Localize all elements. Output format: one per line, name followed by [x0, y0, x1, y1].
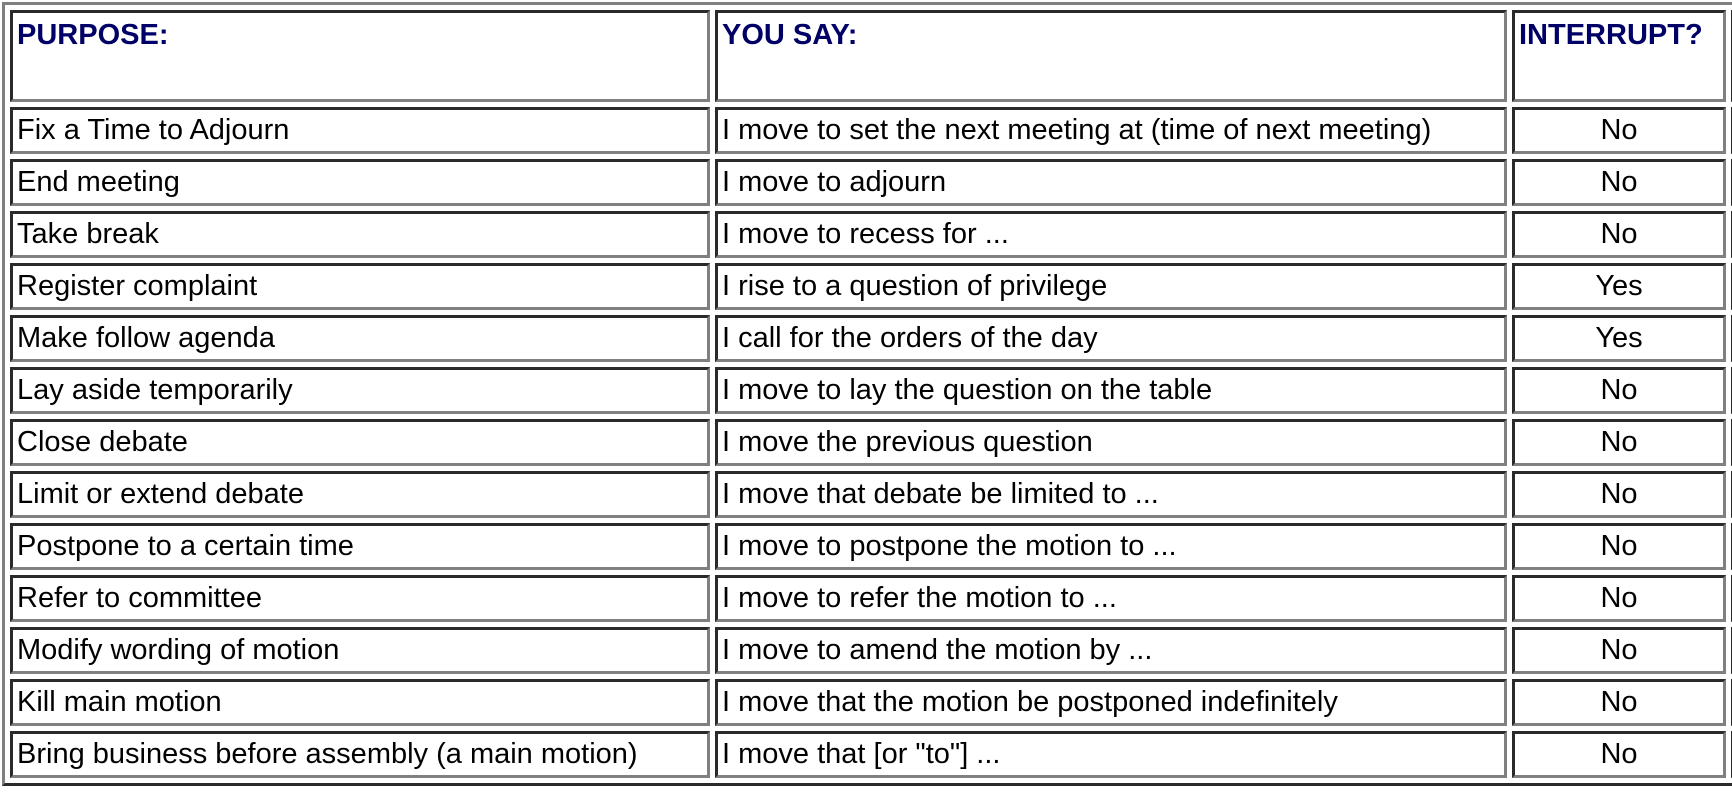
cell-you-say: I move that the motion be postponed inde…: [715, 679, 1507, 726]
cell-you-say: I move to refer the motion to ...: [715, 575, 1507, 622]
cell-interrupt: No: [1512, 471, 1726, 518]
cell-interrupt: No: [1512, 159, 1726, 206]
cell-you-say: I rise to a question of privilege: [715, 263, 1507, 310]
cell-purpose: Lay aside temporarily: [10, 367, 710, 414]
cell-purpose: Limit or extend debate: [10, 471, 710, 518]
table-row: Close debate I move the previous questio…: [10, 419, 1732, 466]
cell-purpose: Register complaint: [10, 263, 710, 310]
cell-purpose: Close debate: [10, 419, 710, 466]
table-row: Make follow agenda I call for the orders…: [10, 315, 1732, 362]
cell-interrupt: Yes: [1512, 263, 1726, 310]
table-row: Lay aside temporarily I move to lay the …: [10, 367, 1732, 414]
header-purpose: PURPOSE:: [10, 10, 710, 102]
cell-you-say: I call for the orders of the day: [715, 315, 1507, 362]
cell-interrupt: No: [1512, 627, 1726, 674]
table-row: Register complaint I rise to a question …: [10, 263, 1732, 310]
cell-interrupt: No: [1512, 575, 1726, 622]
header-you-say: YOU SAY:: [715, 10, 1507, 102]
table-body: Fix a Time to Adjourn I move to set the …: [10, 107, 1732, 778]
table-row: Modify wording of motion I move to amend…: [10, 627, 1732, 674]
table-row: Postpone to a certain time I move to pos…: [10, 523, 1732, 570]
cell-interrupt: No: [1512, 211, 1726, 258]
cell-purpose: End meeting: [10, 159, 710, 206]
cell-interrupt: No: [1512, 679, 1726, 726]
cell-you-say: I move to amend the motion by ...: [715, 627, 1507, 674]
cell-purpose: Modify wording of motion: [10, 627, 710, 674]
cell-purpose: Refer to committee: [10, 575, 710, 622]
cell-you-say: I move the previous question: [715, 419, 1507, 466]
header-interrupt: INTERRUPT?: [1512, 10, 1726, 102]
cell-purpose: Take break: [10, 211, 710, 258]
cell-you-say: I move to postpone the motion to ...: [715, 523, 1507, 570]
table-row: Refer to committee I move to refer the m…: [10, 575, 1732, 622]
table-row: Take break I move to recess for ... No: [10, 211, 1732, 258]
cell-you-say: I move to lay the question on the table: [715, 367, 1507, 414]
cell-interrupt: No: [1512, 107, 1726, 154]
table-row: End meeting I move to adjourn No: [10, 159, 1732, 206]
cell-you-say: I move that [or "to"] ...: [715, 731, 1507, 778]
cell-interrupt: No: [1512, 367, 1726, 414]
cell-interrupt: No: [1512, 523, 1726, 570]
cell-purpose: Bring business before assembly (a main m…: [10, 731, 710, 778]
table-row: Limit or extend debate I move that debat…: [10, 471, 1732, 518]
cell-interrupt: Yes: [1512, 315, 1726, 362]
motions-table: PURPOSE: YOU SAY: INTERRUPT? Fix a Time …: [2, 2, 1732, 786]
cell-purpose: Postpone to a certain time: [10, 523, 710, 570]
cell-you-say: I move that debate be limited to ...: [715, 471, 1507, 518]
cell-interrupt: No: [1512, 731, 1726, 778]
table-row: Kill main motion I move that the motion …: [10, 679, 1732, 726]
header-row: PURPOSE: YOU SAY: INTERRUPT?: [10, 10, 1732, 102]
cell-interrupt: No: [1512, 419, 1726, 466]
cell-purpose: Fix a Time to Adjourn: [10, 107, 710, 154]
cell-purpose: Make follow agenda: [10, 315, 710, 362]
cell-you-say: I move to adjourn: [715, 159, 1507, 206]
cell-you-say: I move to set the next meeting at (time …: [715, 107, 1507, 154]
cell-you-say: I move to recess for ...: [715, 211, 1507, 258]
table-row: Bring business before assembly (a main m…: [10, 731, 1732, 778]
table-row: Fix a Time to Adjourn I move to set the …: [10, 107, 1732, 154]
page-content: PURPOSE: YOU SAY: INTERRUPT? Fix a Time …: [2, 2, 1732, 786]
cell-purpose: Kill main motion: [10, 679, 710, 726]
